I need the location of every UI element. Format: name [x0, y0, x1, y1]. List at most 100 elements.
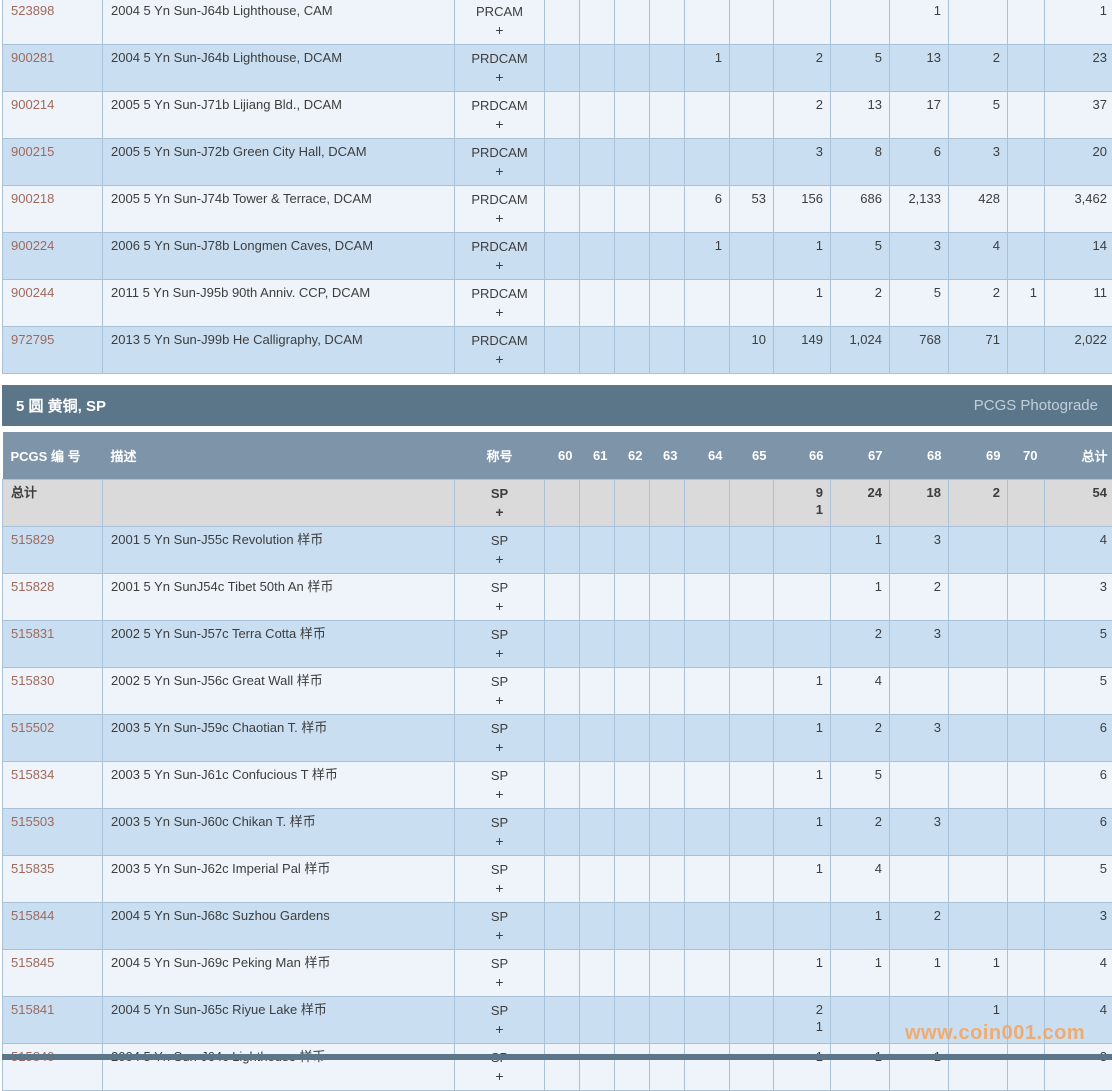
grade-cell	[730, 1043, 774, 1090]
pcgs-number-link[interactable]: 972795	[11, 332, 54, 347]
plus-label: +	[457, 21, 542, 40]
grade-cell: 17	[890, 92, 949, 139]
grade-cell	[730, 949, 774, 996]
grade-cell	[650, 949, 685, 996]
designation-cell: SP +	[455, 1043, 545, 1090]
grade-cell	[580, 949, 615, 996]
table-row: 515844 2004 5 Yn Sun-J68c Suzhou Gardens…	[3, 902, 1112, 949]
grade-cell: 1	[774, 808, 831, 855]
description-cell: 2005 5 Yn Sun-J74b Tower & Terrace, DCAM	[103, 186, 455, 233]
pcgs-number-link[interactable]: 515502	[11, 720, 54, 735]
grade-cell: 149	[774, 327, 831, 374]
grade-cell: 1	[831, 902, 890, 949]
grade-cell	[545, 902, 580, 949]
grade-cell: 1	[774, 1043, 831, 1090]
population-table-sp: PCGS 编 号 描述 称号 60 61 62 63 64 65 66 67 6…	[2, 432, 1112, 1091]
total-cell: 6	[1045, 714, 1112, 761]
total-cell: 3	[1045, 1043, 1112, 1090]
grade-cell: 2	[831, 714, 890, 761]
grade-cell: 5	[890, 280, 949, 327]
pcgs-number-link[interactable]: 515503	[11, 814, 54, 829]
pcgs-number-link[interactable]: 515841	[11, 1002, 54, 1017]
designation-label: PRDCAM	[457, 143, 542, 162]
description-cell: 2003 5 Yn Sun-J60c Chikan T. 样币	[103, 808, 455, 855]
pcgs-number-link[interactable]: 515828	[11, 579, 54, 594]
grade-cell	[831, 0, 890, 45]
grade-cell	[650, 761, 685, 808]
plus-label: +	[457, 879, 542, 898]
pcgs-number-link[interactable]: 900244	[11, 285, 54, 300]
column-header-grade-68: 68	[890, 432, 949, 479]
pcgs-number-link[interactable]: 900218	[11, 191, 54, 206]
description-cell: 2002 5 Yn Sun-J56c Great Wall 样币	[103, 667, 455, 714]
grade-cell	[545, 45, 580, 92]
total-cell: 11	[1045, 280, 1112, 327]
grade-cell: 2	[949, 280, 1008, 327]
grade-cell	[545, 139, 580, 186]
pcgs-number-link[interactable]: 523898	[11, 3, 54, 18]
grade-cell	[650, 996, 685, 1043]
plus-label: +	[457, 738, 542, 757]
total-cell: 20	[1045, 139, 1112, 186]
table-row: 523898 2004 5 Yn Sun-J64b Lighthouse, CA…	[3, 0, 1112, 45]
total-cell: 5	[1045, 855, 1112, 902]
grade-cell	[580, 902, 615, 949]
grade-cell: 3	[949, 139, 1008, 186]
grade-cell	[580, 92, 615, 139]
pcgs-number-link[interactable]: 515835	[11, 861, 54, 876]
grade-cell	[730, 479, 774, 526]
grade-cell	[730, 667, 774, 714]
pcgs-number-link[interactable]: 900281	[11, 50, 54, 65]
description-cell: 2004 5 Yn Sun-J69c Peking Man 样币	[103, 949, 455, 996]
pcgs-number-link[interactable]: 900224	[11, 238, 54, 253]
description-cell: 2004 5 Yn Sun-J64b Lighthouse, DCAM	[103, 45, 455, 92]
grade-cell	[615, 92, 650, 139]
pcgs-number-cell: 900244	[3, 280, 103, 327]
grade-cell: 2	[831, 280, 890, 327]
designation-label: PRDCAM	[457, 237, 542, 256]
plus-label: +	[457, 162, 542, 181]
grade-cell	[1008, 573, 1045, 620]
table-row: 515503 2003 5 Yn Sun-J60c Chikan T. 样币 S…	[3, 808, 1112, 855]
column-header-grade-70: 70	[1008, 432, 1045, 479]
pcgs-number-link[interactable]: 515844	[11, 908, 54, 923]
grade-cell	[615, 808, 650, 855]
grade-cell	[650, 620, 685, 667]
grade-cell: 1	[831, 949, 890, 996]
grade-cell	[650, 526, 685, 573]
grade-cell: 53	[730, 186, 774, 233]
grade-cell	[545, 0, 580, 45]
grade-cell	[890, 855, 949, 902]
grade-cell: 1,024	[831, 327, 890, 374]
description-cell: 2006 5 Yn Sun-J78b Longmen Caves, DCAM	[103, 233, 455, 280]
table-row: 515840 2004 5 Yn Sun-J64c Lighthouse 样币 …	[3, 1043, 1112, 1090]
description-cell: 2003 5 Yn Sun-J62c Imperial Pal 样币	[103, 855, 455, 902]
grade-cell: 1	[774, 280, 831, 327]
pcgs-number-link[interactable]: 515831	[11, 626, 54, 641]
grade-cell: 10	[730, 327, 774, 374]
designation-cell: SP +	[455, 949, 545, 996]
total-cell: 3,462	[1045, 186, 1112, 233]
pcgs-number-link[interactable]: 515829	[11, 532, 54, 547]
grade-cell	[650, 327, 685, 374]
grade-cell	[949, 855, 1008, 902]
grade-cell: 6	[890, 139, 949, 186]
population-table-proof: 523898 2004 5 Yn Sun-J64b Lighthouse, CA…	[2, 0, 1112, 374]
grade-cell	[890, 667, 949, 714]
column-header-row: PCGS 编 号 描述 称号 60 61 62 63 64 65 66 67 6…	[3, 432, 1112, 479]
grade-cell	[685, 667, 730, 714]
column-header-grade-62: 62	[615, 432, 650, 479]
grade-cell	[650, 667, 685, 714]
grade-cell	[730, 808, 774, 855]
pcgs-number-link[interactable]: 515830	[11, 673, 54, 688]
designation-cell: SP +	[455, 855, 545, 902]
pcgs-number-link[interactable]: 515834	[11, 767, 54, 782]
grade-cell	[615, 573, 650, 620]
pcgs-number-link[interactable]: 900214	[11, 97, 54, 112]
table-row: 900215 2005 5 Yn Sun-J72b Green City Hal…	[3, 139, 1112, 186]
pcgs-number-link[interactable]: 900215	[11, 144, 54, 159]
designation-label: SP	[457, 625, 542, 644]
pcgs-number-link[interactable]: 515845	[11, 955, 54, 970]
grade-cell	[685, 855, 730, 902]
grade-cell	[685, 1043, 730, 1090]
